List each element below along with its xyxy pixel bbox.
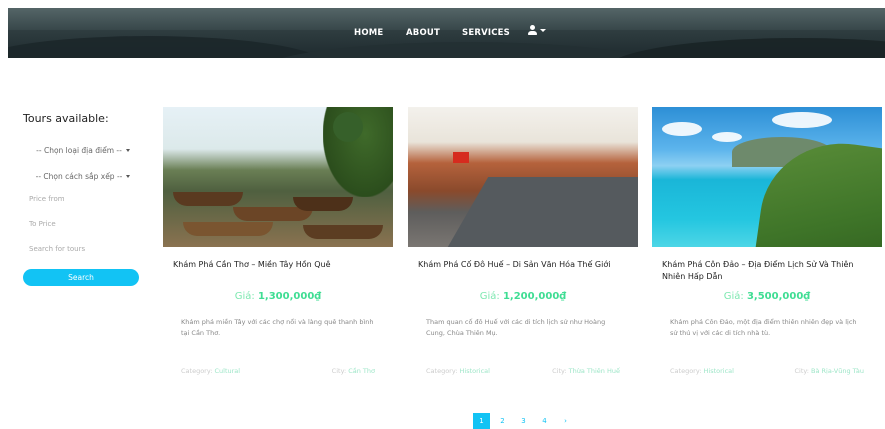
boat-shape <box>303 225 383 239</box>
cloud-shape <box>712 132 742 142</box>
tour-city: City: Thừa Thiên Huế <box>552 367 620 375</box>
boat-shape <box>293 197 353 211</box>
tour-title[interactable]: Khám Phá Cần Thơ – Miền Tây Hồn Quê <box>173 259 383 283</box>
tour-card[interactable]: Khám Phá Cần Thơ – Miền Tây Hồn Quê Giá:… <box>163 107 393 375</box>
nav-about-link[interactable]: ABOUT <box>406 28 440 38</box>
chevron-down-icon <box>125 148 130 152</box>
tour-title[interactable]: Khám Phá Côn Đảo – Địa Điểm Lịch Sử Và T… <box>662 259 872 283</box>
boat-shape <box>183 222 273 236</box>
price-label: Giá: <box>723 291 744 302</box>
tour-price: Giá: 1,200,000₫ <box>408 291 638 302</box>
tour-card[interactable]: Khám Phá Côn Đảo – Địa Điểm Lịch Sử Và T… <box>652 107 882 375</box>
category-label: Category: <box>426 367 458 375</box>
city-value: Cần Thơ <box>348 367 375 375</box>
city-value: Bà Rịa-Vũng Tàu <box>811 367 864 375</box>
road-shape <box>447 177 638 247</box>
tour-category: Category: Historical <box>426 367 490 375</box>
cloud-shape <box>772 112 832 128</box>
tour-card[interactable]: Khám Phá Cố Đô Huế – Di Sản Văn Hóa Thế … <box>408 107 638 375</box>
tour-description: Khám phá Côn Đảo, một địa điểm thiên nhi… <box>670 318 857 337</box>
category-value: Historical <box>703 367 734 375</box>
city-label: City: <box>794 367 809 375</box>
tour-category: Category: Historical <box>670 367 734 375</box>
price-label: Giá: <box>234 291 255 302</box>
city-value: Thừa Thiên Huế <box>568 367 620 375</box>
city-label: City: <box>552 367 567 375</box>
search-input[interactable]: Search for tours <box>29 245 143 257</box>
tour-image-con-dao[interactable] <box>652 107 882 247</box>
price-value: 1,300,000₫ <box>257 291 322 302</box>
sort-select-value: -- Chọn cách sắp xếp -- <box>35 171 123 181</box>
category-value: Historical <box>459 367 490 375</box>
city-label: City: <box>331 367 347 375</box>
tour-city: City: Bà Rịa-Vũng Tàu <box>794 367 864 375</box>
price-label: Giá: <box>479 291 500 302</box>
search-button[interactable]: Search <box>23 269 139 286</box>
user-icon <box>528 25 537 35</box>
chevron-down-icon <box>126 174 131 178</box>
tour-price: Giá: 1,300,000₫ <box>163 291 393 302</box>
tour-description: Khám phá miền Tây với các chợ nổi và làn… <box>181 318 374 337</box>
tour-meta: Category: Cultural City: Cần Thơ <box>181 367 375 375</box>
tour-meta: Category: Historical City: Bà Rịa-Vũng T… <box>670 367 864 375</box>
price-from-input[interactable]: Price from <box>29 195 143 207</box>
location-type-select-value: -- Chọn loại địa điểm -- <box>36 145 122 155</box>
cloud-shape <box>662 122 702 136</box>
price-value: 3,500,000₫ <box>746 291 811 302</box>
nav-home-link[interactable]: HOME <box>354 28 383 38</box>
hero-banner: HOME ABOUT SERVICES <box>8 8 885 58</box>
price-to-input[interactable]: To Price <box>29 220 143 232</box>
tour-image-can-tho[interactable] <box>163 107 393 247</box>
tour-category: Category: Cultural <box>181 367 240 375</box>
nav-services-link[interactable]: SERVICES <box>462 28 510 38</box>
tour-meta: Category: Historical City: Thừa Thiên Hu… <box>426 367 620 375</box>
tour-price: Giá: 3,500,000₫ <box>652 291 882 302</box>
category-label: Category: <box>670 367 702 375</box>
sort-select[interactable]: -- Chọn cách sắp xếp -- <box>23 169 143 183</box>
tour-description: Tham quan cố đô Huế với các di tích lịch… <box>426 318 606 337</box>
price-value: 1,200,000₫ <box>502 291 567 302</box>
main-nav: HOME ABOUT SERVICES <box>8 8 885 58</box>
filter-sidebar: Tours available: -- Chọn loại địa điểm -… <box>23 112 143 286</box>
flag-shape <box>453 152 469 163</box>
category-label: Category: <box>181 367 213 375</box>
tree-shape <box>333 112 363 142</box>
chevron-down-icon <box>540 28 546 32</box>
tour-city: City: Cần Thơ <box>332 367 375 375</box>
tour-title[interactable]: Khám Phá Cố Đô Huế – Di Sản Văn Hóa Thế … <box>418 259 628 283</box>
tour-image-hue[interactable] <box>408 107 638 247</box>
boat-shape <box>173 192 243 206</box>
category-value: Cultural <box>214 367 241 375</box>
sidebar-title: Tours available: <box>23 112 109 125</box>
location-type-select[interactable]: -- Chọn loại địa điểm -- <box>23 143 143 157</box>
user-menu[interactable] <box>528 25 546 35</box>
